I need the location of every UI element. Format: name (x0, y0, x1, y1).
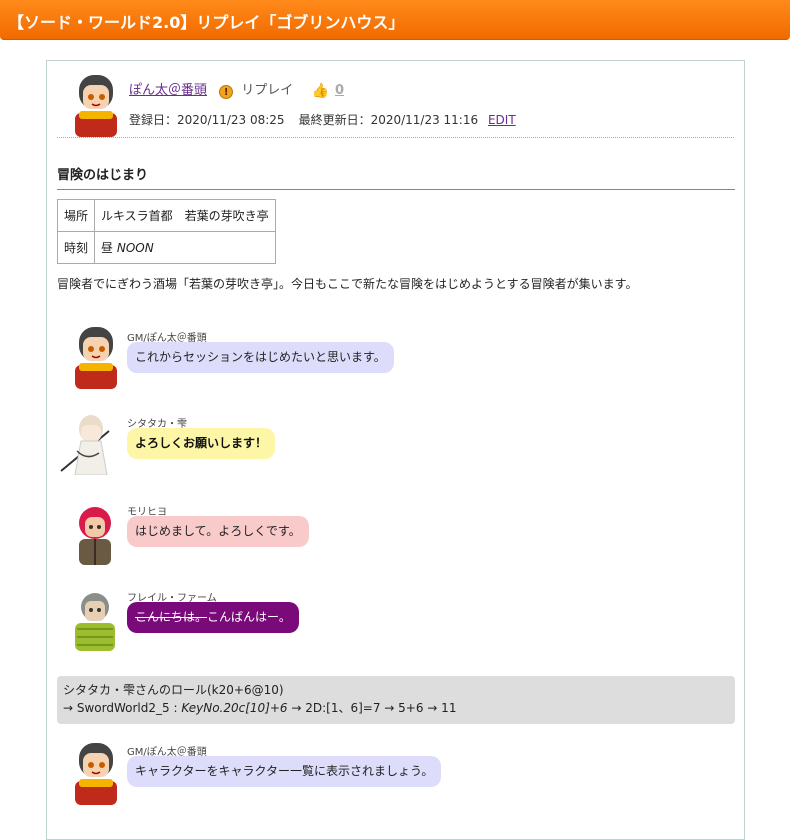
scene-info-table: 場所 ルキスラ首都 若葉の芽吹き亭 時刻 昼 NOON (56, 199, 276, 264)
roll-command: シタタカ・雫さんのロール(k20+6@10) (63, 683, 284, 697)
gm-avatar (75, 743, 117, 805)
furairu-avatar (75, 593, 115, 651)
like-count[interactable]: 0 (335, 83, 344, 98)
page-title: 【ソード・ワールド2.0】リプレイ「ゴブリンハウス」 (0, 0, 790, 40)
chat-bubble: はじめまして。よろしくです。 (127, 516, 309, 547)
shitataka-avatar (60, 415, 110, 475)
registered-date: 登録日：2020/11/23 08:25 (129, 113, 285, 127)
roll-key: KeyNo.20c[10]+6 (181, 701, 288, 715)
info-key: 時刻 (56, 231, 96, 264)
time-value-en: NOON (116, 241, 154, 255)
chat-bubble: こんにちは。こんばんはー。 (127, 602, 299, 633)
chat-bubble: よろしくお願いします！ (127, 428, 276, 459)
table-row: 時刻 昼 NOON (56, 231, 276, 264)
info-key: 場所 (56, 199, 96, 232)
post-kind: リプレイ (241, 83, 294, 98)
author-line: ぽん太＠番頭 ! リプレイ 👍 0 (129, 79, 344, 99)
thumbs-up-icon[interactable]: 👍 (311, 83, 328, 99)
section-heading: 冒険のはじまり (57, 164, 735, 190)
chat-bubble: キャラクターをキャラクター一覧に表示されましょう。 (127, 756, 442, 787)
date-line: 登録日：2020/11/23 08:25 最終更新日：2020/11/23 11:… (129, 111, 516, 128)
struck-text: こんにちは。 (135, 610, 208, 624)
warning-icon: ! (219, 85, 234, 99)
scene-description: 冒険者でにぎわう酒場「若葉の芽吹き亭」。今日もここで新たな冒険をはじめようとする… (57, 277, 638, 291)
divider (57, 137, 734, 138)
author-link[interactable]: ぽん太＠番頭 (129, 83, 207, 98)
edit-link[interactable]: EDIT (488, 113, 516, 127)
morihiyo-avatar (79, 507, 111, 565)
roll-system: → SwordWorld2_5 : (63, 701, 182, 715)
gm-avatar (75, 327, 117, 389)
roll-result: → SwordWorld2_5 : KeyNo.20c[10]+6 → 2D:[… (63, 699, 729, 717)
roll-outcome: → 2D:[1、6]=7 → 5+6 → 11 (287, 701, 457, 715)
info-value: 昼 NOON (94, 231, 276, 264)
time-value: 昼 (101, 241, 117, 255)
updated-date: 最終更新日：2020/11/23 11:16 (298, 113, 479, 127)
author-avatar (75, 75, 117, 137)
chat-bubble: これからセッションをはじめたいと思います。 (127, 342, 394, 373)
info-value: ルキスラ首都 若葉の芽吹き亭 (94, 199, 276, 232)
dice-roll-box: シタタカ・雫さんのロール(k20+6@10) → SwordWorld2_5 :… (57, 676, 735, 724)
table-row: 場所 ルキスラ首都 若葉の芽吹き亭 (56, 199, 276, 232)
replay-card: ぽん太＠番頭 ! リプレイ 👍 0 登録日：2020/11/23 08:25 最終… (46, 60, 745, 840)
message-text: こんばんはー。 (207, 610, 291, 624)
